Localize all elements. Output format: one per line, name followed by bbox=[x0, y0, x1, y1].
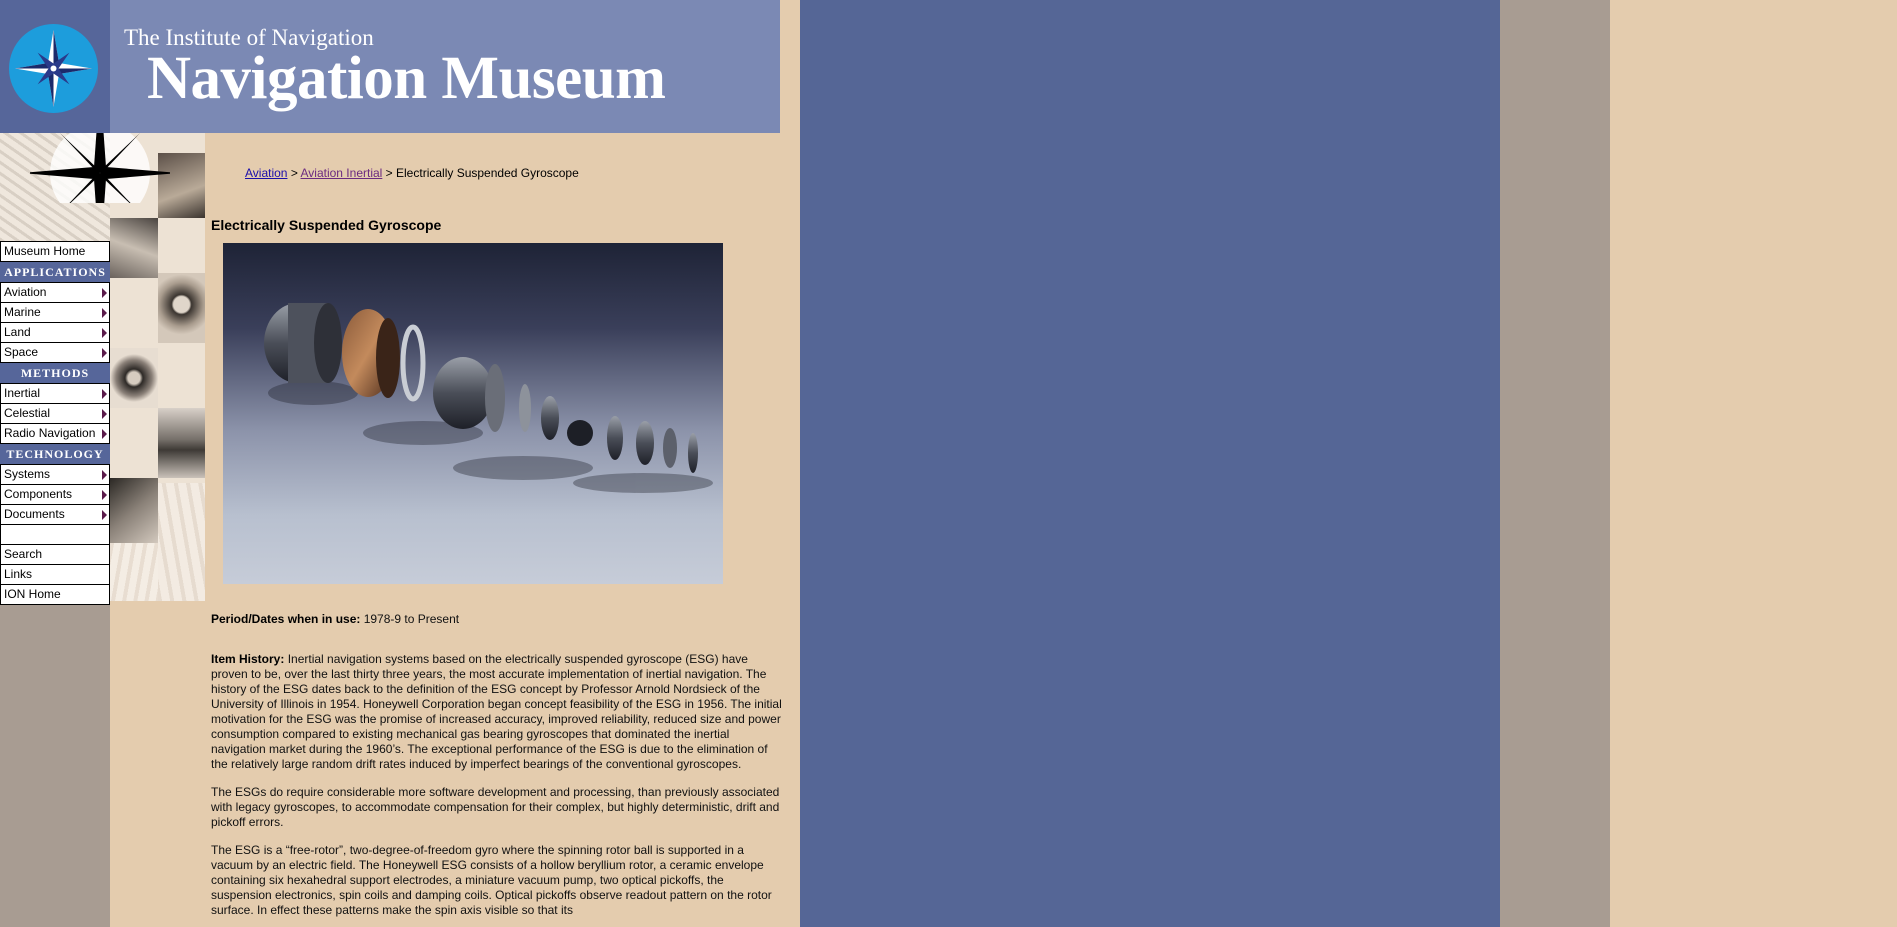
nav-item-label: Radio Navigation bbox=[4, 426, 96, 440]
history-paragraph-2: The ESGs do require considerable more so… bbox=[211, 785, 780, 829]
breadcrumb-separator: > bbox=[287, 166, 301, 180]
period-label: Period/Dates when in use: bbox=[211, 612, 361, 626]
page-title: Electrically Suspended Gyroscope bbox=[211, 217, 442, 233]
submenu-arrow-icon bbox=[102, 490, 107, 500]
nav-item-ion-home[interactable]: ION Home bbox=[0, 585, 110, 605]
nav-spacer bbox=[0, 525, 110, 545]
nav-item-label: Inertial bbox=[4, 386, 41, 400]
nav-item-label: Components bbox=[4, 487, 73, 501]
breadcrumb-aviation-inertial-link[interactable]: Aviation Inertial bbox=[301, 166, 383, 180]
nav-heading-technology: TECHNOLOGY bbox=[0, 444, 110, 465]
left-navigation: Museum Home APPLICATIONS Aviation Marine Lan… bbox=[0, 241, 110, 605]
nav-item-search[interactable]: Search bbox=[0, 545, 110, 565]
history-paragraph-3: The ESG is a “free-rotor”, two-degree-of… bbox=[211, 843, 772, 917]
submenu-arrow-icon bbox=[102, 429, 107, 439]
nav-item-label: Links bbox=[4, 567, 33, 581]
nav-item-links[interactable]: Links bbox=[0, 565, 110, 585]
history-text: Inertial navigation systems based on the… bbox=[211, 652, 782, 771]
nav-item-label: Museum Home bbox=[4, 244, 86, 258]
gray-panel bbox=[1500, 0, 1610, 927]
period-value: 1978-9 to Present bbox=[360, 612, 460, 626]
nav-item-components[interactable]: Components bbox=[0, 485, 110, 505]
submenu-arrow-icon bbox=[102, 348, 107, 358]
submenu-arrow-icon bbox=[102, 328, 107, 338]
nav-item-label: Space bbox=[4, 345, 39, 359]
header-title: Navigation Museum bbox=[147, 45, 666, 112]
nav-item-label: Documents bbox=[4, 507, 65, 521]
breadcrumb-aviation-link[interactable]: Aviation bbox=[245, 166, 287, 180]
breadcrumb-separator: > bbox=[382, 166, 397, 180]
period-section: Period/Dates when in use: 1978-9 to Pres… bbox=[211, 612, 785, 627]
site-header: The Institute of Navigation Navigation M… bbox=[0, 0, 780, 133]
submenu-arrow-icon bbox=[102, 308, 107, 318]
tan-panel bbox=[1610, 0, 1897, 927]
nav-heading-applications: APPLICATIONS bbox=[0, 262, 110, 283]
submenu-arrow-icon bbox=[102, 288, 107, 298]
nav-item-label: Land bbox=[4, 325, 31, 339]
compass-star-logo-icon[interactable] bbox=[9, 24, 98, 113]
submenu-arrow-icon bbox=[102, 510, 107, 520]
nav-item-celestial[interactable]: Celestial bbox=[0, 404, 110, 424]
nav-heading-methods: METHODS bbox=[0, 363, 110, 384]
nav-item-aviation[interactable]: Aviation bbox=[0, 283, 110, 303]
breadcrumb: Aviation > Aviation Inertial > Electrica… bbox=[245, 166, 579, 180]
submenu-arrow-icon bbox=[102, 389, 107, 399]
nav-item-label: Search bbox=[4, 547, 43, 561]
compass-rose-icon bbox=[30, 133, 170, 203]
blue-panel bbox=[800, 0, 1500, 927]
nav-item-radio-navigation[interactable]: Radio Navigation bbox=[0, 424, 110, 444]
nav-item-inertial[interactable]: Inertial bbox=[0, 384, 110, 404]
nav-item-label: Systems bbox=[4, 467, 51, 481]
nav-item-documents[interactable]: Documents bbox=[0, 505, 110, 525]
nav-item-space[interactable]: Space bbox=[0, 343, 110, 363]
nav-item-museum-home[interactable]: Museum Home bbox=[0, 241, 110, 262]
nav-item-systems[interactable]: Systems bbox=[0, 465, 110, 485]
breadcrumb-current: Electrically Suspended Gyroscope bbox=[396, 166, 579, 180]
nav-item-marine[interactable]: Marine bbox=[0, 303, 110, 323]
history-label: Item History: bbox=[211, 652, 285, 666]
submenu-arrow-icon bbox=[102, 470, 107, 480]
nav-item-label: Celestial bbox=[4, 406, 51, 420]
gyroscope-photo bbox=[223, 243, 723, 584]
history-section: Item History: Inertial navigation system… bbox=[211, 652, 785, 918]
nav-item-label: Marine bbox=[4, 305, 41, 319]
nav-item-label: ION Home bbox=[4, 587, 61, 601]
nav-item-land[interactable]: Land bbox=[0, 323, 110, 343]
nav-item-label: Aviation bbox=[4, 285, 47, 299]
submenu-arrow-icon bbox=[102, 409, 107, 419]
